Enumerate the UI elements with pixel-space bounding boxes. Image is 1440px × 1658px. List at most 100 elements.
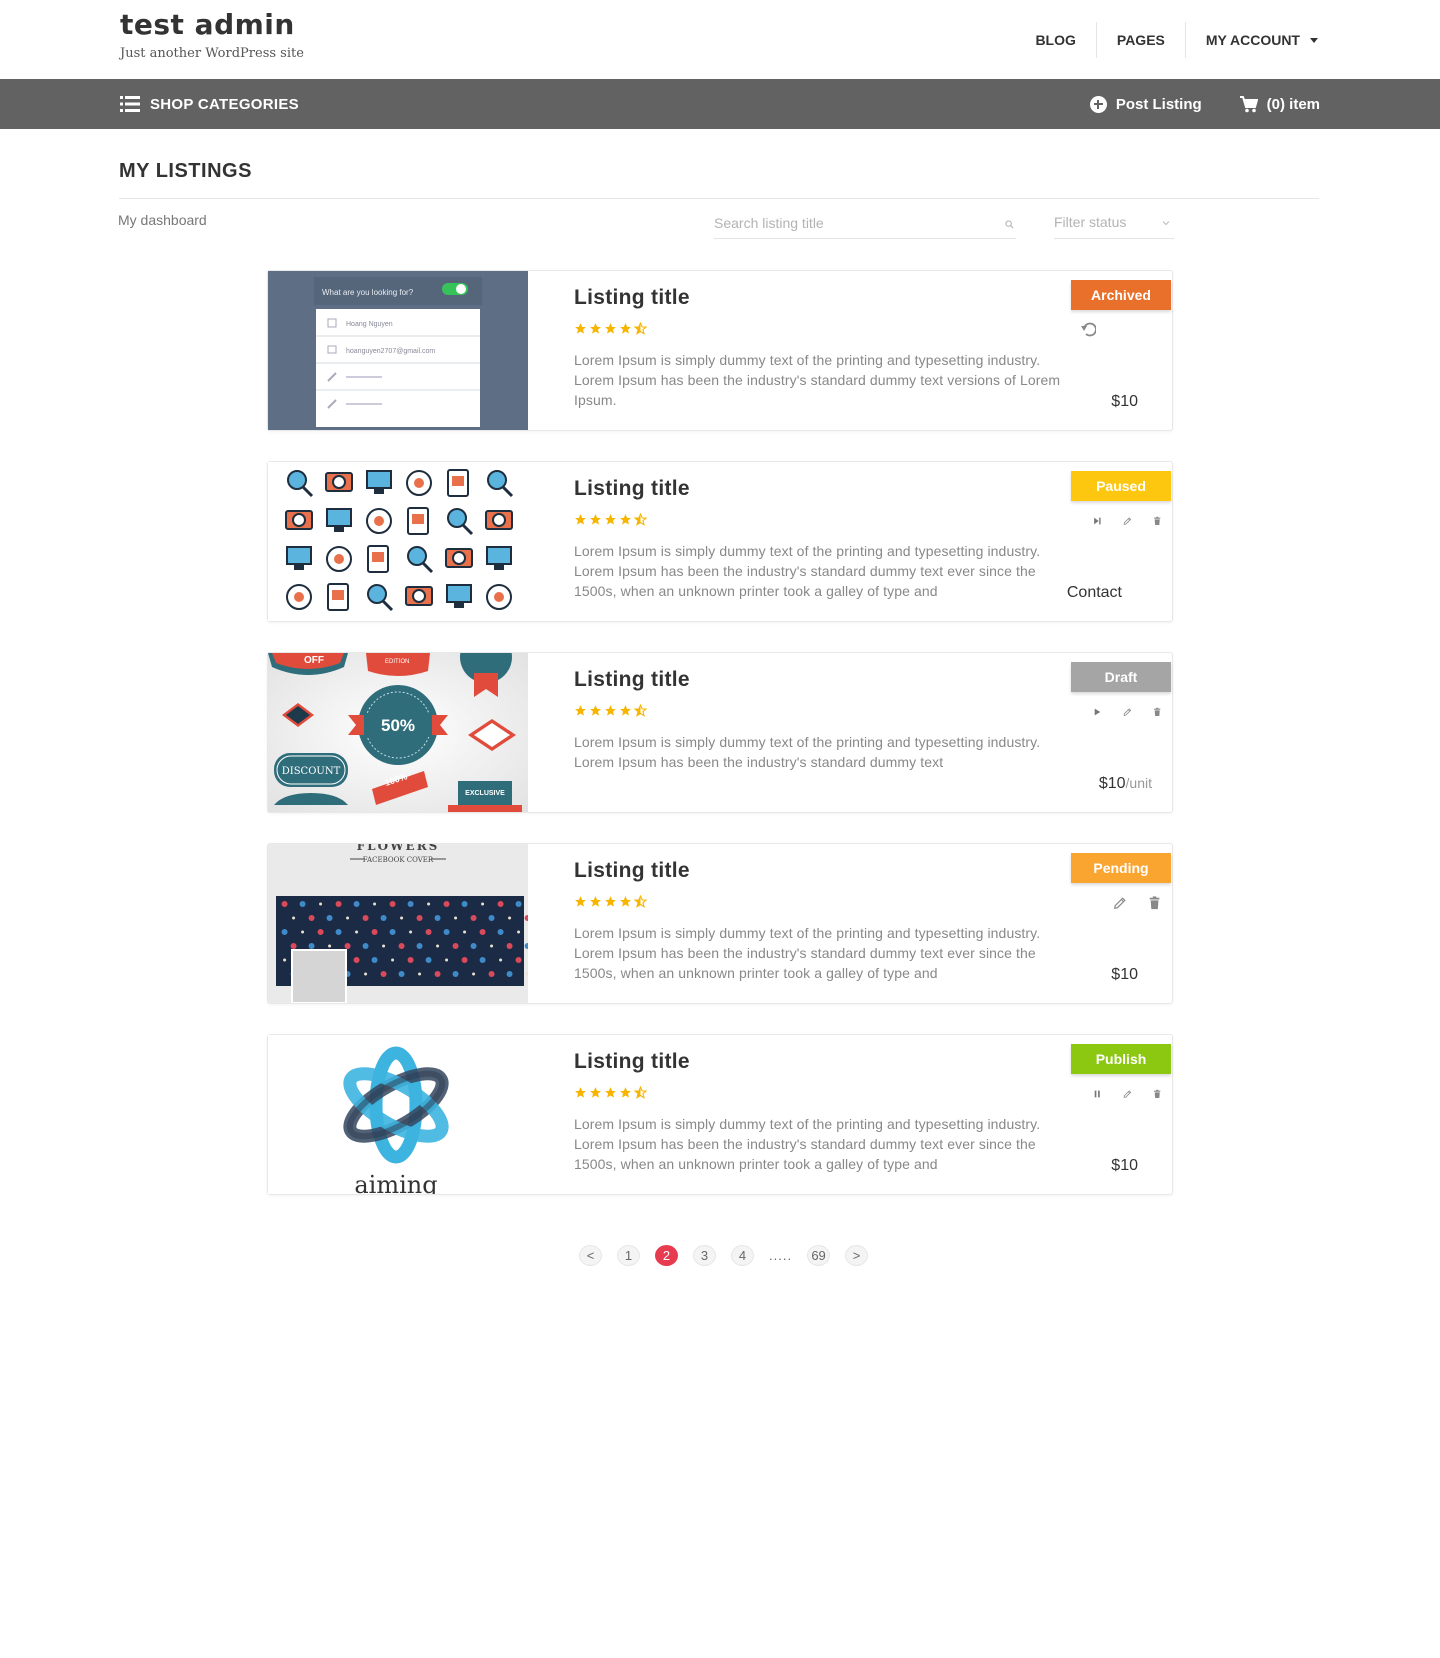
- price-value: $10: [1111, 966, 1138, 983]
- pattern-dot: [499, 958, 503, 962]
- listing-title[interactable]: Listing title: [574, 477, 690, 501]
- caret-down-icon: [1310, 37, 1318, 43]
- delete-icon[interactable]: [1148, 896, 1162, 910]
- decorative-icon: [407, 507, 429, 535]
- star-icon: [575, 1087, 586, 1098]
- star-half-icon: [634, 322, 647, 335]
- shop-categories-button[interactable]: SHOP CATEGORIES: [120, 79, 299, 129]
- pagination-page-active[interactable]: 2: [655, 1245, 678, 1266]
- listing-title[interactable]: Listing title: [574, 668, 690, 692]
- nav-pages-label: PAGES: [1116, 32, 1165, 48]
- listing-actions: [1072, 321, 1162, 337]
- listing-description: Lorem Ipsum is simply dummy text of the …: [574, 734, 1041, 770]
- listing-thumbnail[interactable]: What are you looking for? Hoang Nguyen h…: [268, 271, 528, 430]
- bar-actions: Post Listing (0) item: [1052, 79, 1320, 129]
- listing-title[interactable]: Listing title: [574, 286, 690, 310]
- search-input[interactable]: [714, 214, 984, 231]
- decorative-icon: [327, 583, 349, 611]
- pattern-dot: [479, 929, 486, 935]
- pattern-dot: [299, 901, 306, 907]
- play-icon[interactable]: [1093, 705, 1102, 719]
- star-icon: [605, 1087, 616, 1098]
- decorative-icon: [405, 586, 433, 606]
- pattern-dot: [506, 943, 513, 949]
- resume-icon[interactable]: [1093, 514, 1102, 528]
- pattern-dot: [497, 929, 504, 935]
- thumb-text: What are you looking for?: [322, 288, 414, 297]
- pattern-dot: [454, 916, 458, 920]
- pattern-dot: [427, 902, 431, 906]
- divider: [119, 198, 1319, 199]
- breadcrumb-my-dashboard[interactable]: My dashboard: [118, 212, 207, 228]
- listing-thumbnail[interactable]: OFF EDITION 50% DISCOUNT 100% EXCLUSIVE: [268, 653, 528, 812]
- shop-categories-label: SHOP CATEGORIES: [150, 95, 299, 113]
- pattern-dot: [335, 901, 342, 907]
- star-icon: [590, 705, 601, 716]
- post-listing-button[interactable]: Post Listing: [1089, 95, 1202, 113]
- pattern-dot: [479, 957, 486, 963]
- star-icon: [605, 705, 616, 716]
- pattern-dot: [281, 929, 288, 935]
- pagination-page[interactable]: 1: [617, 1245, 640, 1266]
- nav-my-account[interactable]: MY ACCOUNT: [1184, 22, 1318, 58]
- listing-thumbnail[interactable]: aiming: [268, 1035, 528, 1194]
- star-icon: [590, 323, 601, 334]
- restore-icon[interactable]: [1080, 321, 1096, 337]
- pause-icon[interactable]: [1093, 1087, 1102, 1101]
- nav-my-account-label: MY ACCOUNT: [1205, 32, 1300, 48]
- star-icon: [620, 514, 631, 525]
- pattern-dot: [461, 957, 468, 963]
- listing-actions: [1072, 705, 1162, 719]
- pattern-dot: [416, 915, 423, 921]
- decorative-icon: [486, 584, 512, 610]
- listing-title[interactable]: Listing title: [574, 1050, 690, 1074]
- pagination-page[interactable]: 4: [731, 1245, 754, 1266]
- pattern-dot: [409, 930, 413, 934]
- listing-description: Lorem Ipsum is simply dummy text of the …: [574, 543, 1041, 599]
- listing-actions: [1072, 896, 1162, 910]
- search-icon[interactable]: [1005, 220, 1014, 229]
- status-badge: Publish: [1071, 1044, 1171, 1074]
- listing-thumbnail[interactable]: FLOWERS FACEBOOK COVER: [268, 844, 528, 1003]
- pattern-dot: [371, 957, 378, 963]
- pattern-dot: [506, 971, 513, 977]
- listing-title[interactable]: Listing title: [574, 859, 690, 883]
- thumb-text: EXCLUSIVE: [465, 790, 505, 797]
- pattern-dot: [434, 971, 441, 977]
- pattern-dot: [488, 971, 495, 977]
- pattern-dot: [373, 902, 377, 906]
- pagination-next[interactable]: >: [845, 1245, 869, 1266]
- nav-blog[interactable]: BLOG: [1015, 22, 1095, 58]
- star-icon: [575, 323, 586, 334]
- nav-pages[interactable]: PAGES: [1095, 22, 1185, 58]
- listing-card: OFF EDITION 50% DISCOUNT 100% EXCLUSIVE …: [267, 652, 1173, 813]
- nav-blog-label: BLOG: [1035, 32, 1076, 48]
- filter-status-select[interactable]: Filter status: [1054, 214, 1174, 239]
- delete-icon[interactable]: [1153, 705, 1162, 719]
- price-value: Contact: [1066, 584, 1122, 601]
- delete-icon[interactable]: [1153, 514, 1162, 528]
- pattern-dot: [436, 944, 440, 948]
- decorative-icon: [286, 584, 312, 610]
- edit-icon[interactable]: [1113, 896, 1127, 910]
- star-icon: [590, 896, 601, 907]
- pattern-dot: [346, 916, 350, 920]
- site-title[interactable]: test admin: [120, 8, 295, 41]
- pattern-dot: [335, 929, 342, 935]
- delete-icon[interactable]: [1153, 1087, 1162, 1101]
- pattern-dot: [398, 943, 405, 949]
- pattern-dot: [488, 915, 495, 921]
- logo-thumbnail-image: aiming: [268, 1035, 528, 1194]
- listing-price: $10: [1111, 966, 1138, 984]
- pagination-page[interactable]: 3: [693, 1245, 716, 1266]
- cart-icon: [1239, 95, 1258, 112]
- listing-thumbnail[interactable]: [268, 462, 528, 621]
- pagination-prev[interactable]: <: [579, 1245, 602, 1266]
- edit-icon[interactable]: [1123, 514, 1132, 528]
- cart-button[interactable]: (0) item: [1239, 95, 1320, 113]
- pagination-last[interactable]: 69: [807, 1245, 831, 1266]
- rating-stars: [574, 704, 649, 717]
- listing-description: Lorem Ipsum is simply dummy text of the …: [574, 925, 1041, 981]
- edit-icon[interactable]: [1123, 705, 1132, 719]
- edit-icon[interactable]: [1123, 1087, 1132, 1101]
